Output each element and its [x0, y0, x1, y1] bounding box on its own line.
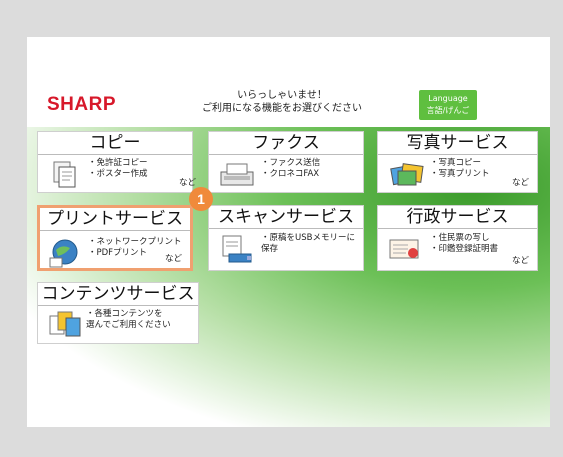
language-label-jp: 言語/げんご — [426, 106, 470, 115]
tile-description: ・免許証コピー ・ポスター作成 — [88, 158, 148, 179]
fax-icon — [220, 163, 254, 186]
sharp-logo: SHARP — [47, 94, 117, 115]
tile-fax[interactable]: ファクス ・ファクス送信 ・クロネコFAX — [208, 131, 364, 193]
tile-description: ・住民票の写し ・印鑑登録証明書 — [430, 233, 499, 254]
contents-icon — [49, 311, 81, 337]
government-icon — [389, 239, 419, 259]
tile-title: スキャンサービス — [209, 206, 363, 229]
tile-title: ファクス — [209, 132, 363, 155]
language-button[interactable]: Language 言語/げんご — [419, 90, 477, 120]
tile-title: プリントサービス — [40, 208, 190, 231]
tile-etc: など — [178, 178, 196, 188]
welcome-message: いらっしゃいませ！ ご利用になる機能をお選びください — [192, 89, 372, 115]
tile-title: 行政サービス — [378, 206, 537, 229]
tile-description: ・原稿をUSBメモリーに 保存 — [261, 233, 355, 254]
welcome-line-1: いらっしゃいませ！ — [237, 90, 327, 101]
tile-title: 写真サービス — [378, 132, 537, 155]
welcome-line-2: ご利用になる機能をお選びください — [202, 103, 362, 114]
language-label: Language — [428, 94, 468, 103]
photo-icon — [390, 163, 424, 186]
kiosk-screen: SHARP いらっしゃいませ！ ご利用になる機能をお選びください Languag… — [27, 37, 550, 427]
tile-government[interactable]: 行政サービス ・住民票の写し ・印鑑登録証明書 など — [377, 205, 538, 271]
tile-photo[interactable]: 写真サービス ・写真コピー ・写真プリント など — [377, 131, 538, 193]
tile-copy[interactable]: コピー ・免許証コピー ・ポスター作成 など — [37, 131, 196, 193]
step-badge: 1 — [189, 187, 213, 211]
tile-title: コンテンツサービス — [38, 283, 198, 306]
tile-scan[interactable]: スキャンサービス ・原稿をUSBメモリーに 保存 — [208, 205, 364, 271]
tile-etc: など — [511, 256, 529, 266]
print-icon — [49, 239, 78, 268]
tile-contents[interactable]: コンテンツサービス ・各種コンテンツを 選んでご利用ください — [37, 282, 199, 344]
tile-description: ・ファクス送信 ・クロネコFAX — [261, 158, 321, 179]
scan-icon — [222, 235, 252, 263]
tile-description: ・各種コンテンツを 選んでご利用ください — [86, 309, 171, 330]
tile-etc: など — [511, 178, 529, 188]
tile-title: コピー — [38, 132, 192, 155]
tile-etc: など — [164, 254, 182, 264]
tile-print[interactable]: プリントサービス ・ネットワークプリント ・PDFプリント など — [37, 205, 193, 271]
copy-icon — [53, 161, 76, 188]
tile-description: ・写真コピー ・写真プリント — [430, 158, 490, 179]
